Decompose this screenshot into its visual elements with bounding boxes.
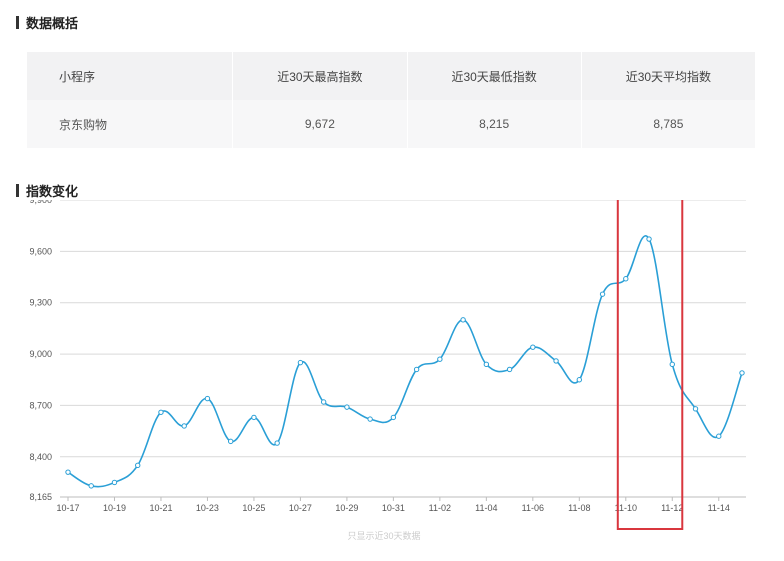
data-point	[227, 438, 234, 445]
x-tick-label: 10-29	[335, 503, 358, 513]
x-tick-label: 11-08	[568, 503, 590, 513]
cell-min-index: 8,215	[408, 100, 582, 148]
data-point	[111, 479, 118, 486]
data-point	[460, 317, 466, 323]
x-tick-label: 11-14	[708, 503, 730, 513]
y-tick-label: 9,900	[29, 200, 52, 205]
data-point	[530, 344, 536, 350]
cell-max-index: 9,672	[233, 100, 408, 148]
data-point	[274, 440, 280, 446]
data-point	[506, 366, 513, 373]
data-point	[367, 416, 373, 422]
data-point	[646, 236, 652, 242]
data-point	[204, 395, 211, 402]
data-point	[158, 409, 164, 415]
x-tick-label: 11-06	[522, 503, 544, 513]
data-point	[344, 404, 350, 410]
summary-table: 小程序 近30天最高指数 近30天最低指数 近30天平均指数 京东购物 9,67…	[27, 52, 755, 148]
data-point	[599, 291, 606, 297]
x-tick-label: 10-23	[196, 503, 219, 513]
data-point	[437, 356, 443, 362]
data-point	[623, 276, 629, 282]
trend-section-header: 指数变化	[16, 181, 78, 200]
x-tick-label: 11-12	[661, 503, 683, 513]
summary-table-header: 小程序 近30天最高指数 近30天最低指数 近30天平均指数	[27, 52, 755, 100]
summary-section-header: 数据概括	[16, 13, 78, 32]
y-axis-ticks: 8,165 8,400 8,700 9,000 9,300 9,600 9,900	[29, 200, 52, 502]
chart-footnote: 只显示近30天数据	[347, 530, 420, 541]
x-tick-label: 11-02	[429, 503, 451, 513]
section-marker	[16, 184, 19, 197]
header-miniprogram: 小程序	[27, 52, 234, 100]
section-marker	[16, 16, 19, 29]
data-point	[297, 359, 304, 366]
data-point	[483, 361, 490, 368]
series-points	[65, 236, 745, 489]
data-point	[692, 406, 699, 412]
data-point	[576, 377, 583, 383]
x-tick-label: 10-31	[382, 503, 405, 513]
x-tick-label: 11-04	[475, 503, 497, 513]
data-point	[65, 469, 71, 475]
y-tick-label: 9,000	[29, 349, 52, 359]
y-tick-label: 9,300	[29, 298, 52, 308]
series-line	[67, 235, 743, 488]
cell-miniprogram-name: 京东购物	[27, 100, 234, 148]
x-tick-label: 10-17	[56, 503, 79, 513]
index-line-chart: 8,165 8,400 8,700 9,000 9,300 9,600 9,900 10-1…	[29, 200, 746, 541]
data-point	[739, 370, 745, 376]
data-point	[251, 414, 257, 421]
trend-section-title: 指数变化	[26, 184, 79, 199]
data-point	[135, 462, 141, 469]
data-point	[553, 358, 559, 364]
summary-section-title: 数据概括	[26, 16, 79, 31]
data-point	[181, 423, 187, 429]
header-avg-index: 近30天平均指数	[625, 69, 712, 84]
data-point	[390, 414, 397, 421]
x-tick-label: 10-27	[289, 503, 312, 513]
x-tick-label: 10-25	[242, 503, 265, 513]
grid-lines	[60, 200, 746, 498]
x-tick-label: 10-19	[103, 503, 126, 513]
y-tick-label: 8,700	[29, 400, 52, 410]
data-point	[716, 433, 722, 439]
header-min-index: 近30天最低指数	[408, 52, 582, 100]
y-tick-label: 8,165	[29, 492, 52, 502]
header-max-index: 近30天最高指数	[233, 52, 408, 100]
data-point	[669, 361, 675, 368]
cell-avg-index: 8,785	[653, 117, 684, 131]
x-axis-ticks: 10-17 10-19 10-21 10-23 10-25 10-27 10-29 10-31…	[56, 497, 730, 513]
y-tick-label: 8,400	[29, 452, 52, 462]
data-point	[88, 483, 94, 489]
data-point	[413, 366, 420, 373]
x-tick-label: 10-21	[149, 503, 172, 513]
summary-table-row: 京东购物 9,672 8,215 8,785	[27, 100, 755, 148]
data-point	[320, 399, 327, 405]
y-tick-label: 9,600	[29, 246, 52, 256]
